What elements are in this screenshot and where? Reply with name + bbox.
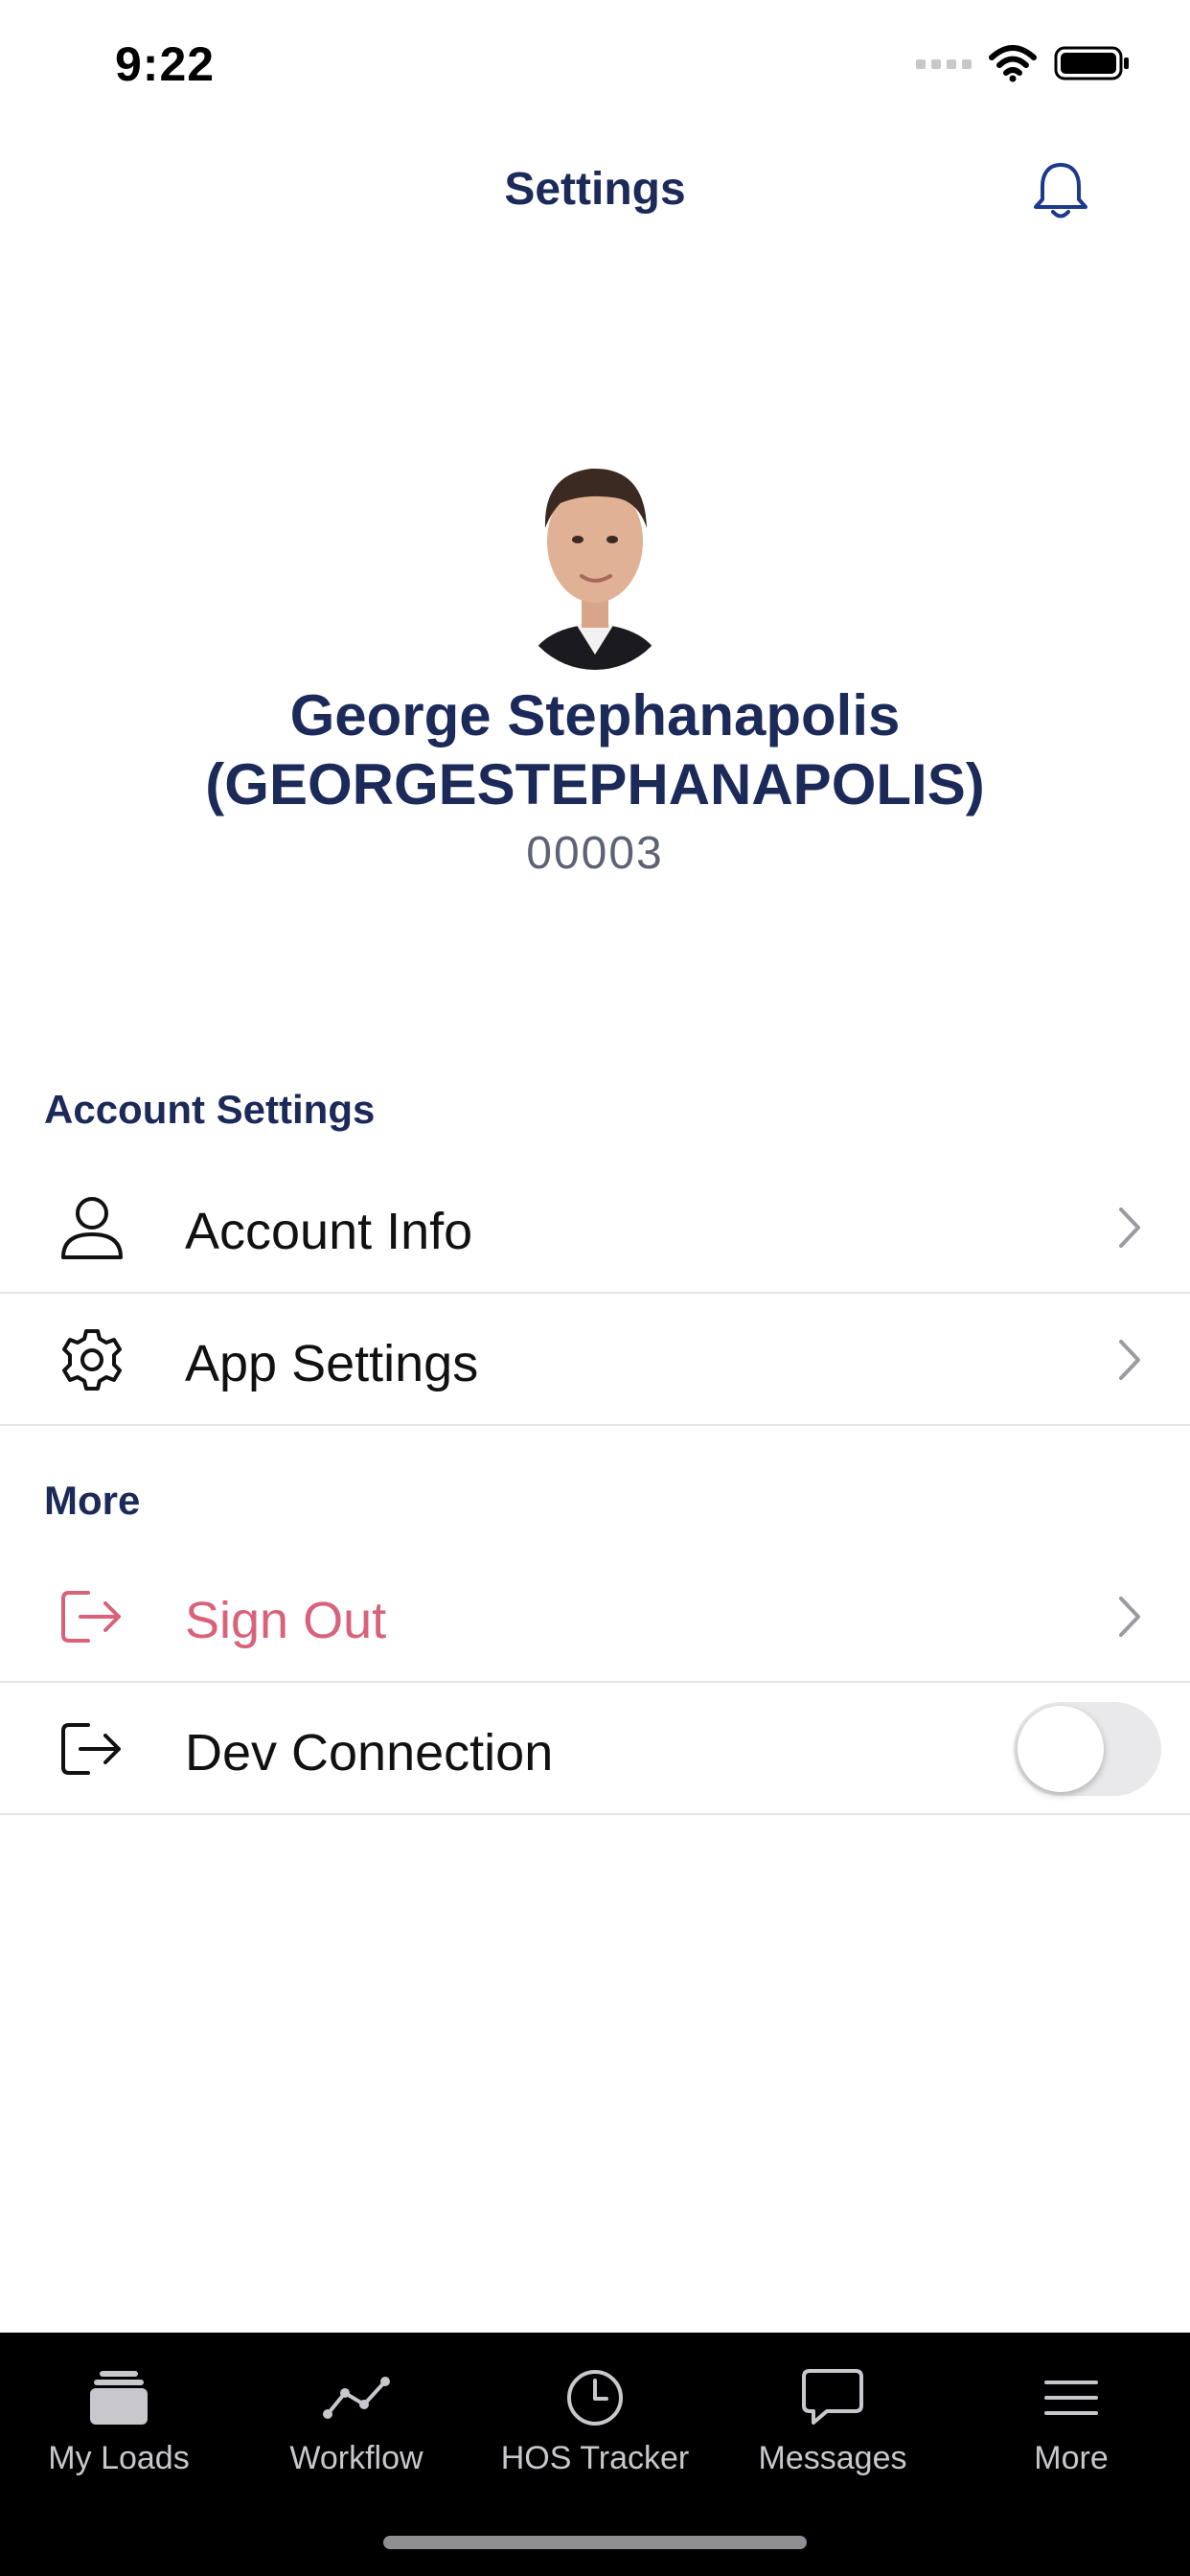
tab-more[interactable]: More bbox=[952, 2333, 1190, 2524]
tab-label: More bbox=[1034, 2440, 1109, 2476]
stack-icon bbox=[0, 2358, 238, 2438]
sign-out-row[interactable]: Sign Out bbox=[0, 1551, 1190, 1683]
tab-label: Workflow bbox=[289, 2440, 423, 2476]
sign-out-label: Sign Out bbox=[185, 1592, 387, 1649]
gear-icon bbox=[56, 1326, 128, 1393]
status-icons bbox=[916, 44, 1131, 82]
toggle-knob bbox=[1018, 1706, 1104, 1792]
tab-my-loads[interactable]: My Loads bbox=[0, 2333, 238, 2524]
menu-icon bbox=[952, 2358, 1190, 2438]
tab-messages[interactable]: Messages bbox=[714, 2333, 951, 2524]
sign-out-icon bbox=[56, 1715, 128, 1782]
person-icon bbox=[56, 1194, 128, 1261]
tab-hos-tracker[interactable]: HOS Tracker bbox=[476, 2333, 714, 2524]
bell-icon bbox=[1034, 163, 1087, 218]
page-title: Settings bbox=[504, 164, 686, 215]
account-info-row[interactable]: Account Info bbox=[0, 1162, 1190, 1294]
chevron-right-icon bbox=[1115, 1204, 1144, 1252]
message-icon bbox=[714, 2358, 951, 2438]
user-name-line1: George Stephanapolis bbox=[289, 683, 901, 748]
wifi-icon bbox=[989, 45, 1037, 82]
app-settings-label: App Settings bbox=[185, 1335, 479, 1392]
chevron-right-icon bbox=[1115, 1593, 1144, 1641]
tab-label: My Loads bbox=[48, 2440, 190, 2476]
home-indicator[interactable] bbox=[383, 2536, 807, 2549]
status-time: 9:22 bbox=[115, 37, 216, 91]
dev-connection-toggle[interactable] bbox=[1014, 1702, 1161, 1796]
battery-icon bbox=[1054, 46, 1129, 80]
section-header-account: Account Settings bbox=[44, 1087, 376, 1132]
user-name-line2: (GEORGESTEPHANAPOLIS) bbox=[205, 752, 985, 816]
avatar bbox=[516, 436, 674, 670]
dev-connection-row: Dev Connection bbox=[0, 1683, 1190, 1815]
dev-connection-label: Dev Connection bbox=[185, 1724, 554, 1782]
sign-out-icon bbox=[56, 1583, 128, 1650]
workflow-icon bbox=[238, 2358, 475, 2438]
nav-bar: Settings bbox=[0, 144, 1190, 240]
status-bar: 9:22 bbox=[0, 0, 1190, 125]
chevron-right-icon bbox=[1115, 1336, 1144, 1384]
section-header-more: More bbox=[44, 1478, 141, 1523]
app-settings-row[interactable]: App Settings bbox=[0, 1294, 1190, 1426]
tab-workflow[interactable]: Workflow bbox=[238, 2333, 475, 2524]
account-info-label: Account Info bbox=[185, 1203, 473, 1260]
clock-icon bbox=[476, 2358, 714, 2438]
user-id: 00003 bbox=[526, 828, 664, 879]
tab-label: Messages bbox=[758, 2440, 907, 2476]
tab-label: HOS Tracker bbox=[500, 2440, 690, 2476]
profile-section: George Stephanapolis (GEORGESTEPHANAPOLI… bbox=[0, 436, 1190, 880]
cellular-signal-icon bbox=[916, 59, 972, 69]
notifications-button[interactable] bbox=[1027, 157, 1094, 224]
